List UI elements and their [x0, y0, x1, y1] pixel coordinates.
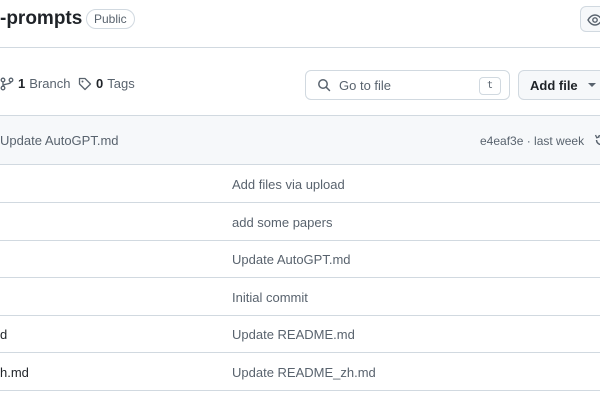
tag-icon: [78, 77, 92, 90]
visibility-badge: Public: [86, 9, 135, 29]
latest-commit-message[interactable]: Update AutoGPT.md: [0, 133, 119, 148]
shortcut-key: t: [479, 77, 501, 95]
file-name[interactable]: h.md: [0, 365, 29, 380]
watch-button[interactable]: [580, 6, 600, 32]
add-file-button[interactable]: Add file: [518, 70, 600, 100]
search-icon: [318, 79, 331, 92]
go-to-file-input[interactable]: Go to file t: [305, 70, 510, 100]
file-commit-message[interactable]: Update README.md: [232, 327, 355, 342]
file-row[interactable]: d Update README.md: [0, 315, 600, 353]
file-row[interactable]: Update AutoGPT.md: [0, 240, 600, 278]
tags-link[interactable]: 0 Tags: [78, 76, 135, 91]
file-row[interactable]: add some papers: [0, 203, 600, 241]
tags-label: Tags: [107, 76, 135, 91]
file-commit-message[interactable]: Initial commit: [232, 290, 308, 305]
eye-icon: [587, 14, 600, 26]
file-row[interactable]: Add files via upload: [0, 165, 600, 203]
header-divider: [0, 47, 600, 48]
latest-commit-bar: Update AutoGPT.md e4eaf3e · last week: [0, 116, 600, 165]
go-to-file-placeholder: Go to file: [339, 78, 392, 93]
add-file-label: Add file: [530, 78, 578, 93]
file-row[interactable]: h.md Update README_zh.md: [0, 353, 600, 391]
file-name[interactable]: d: [0, 327, 7, 342]
history-icon[interactable]: [594, 133, 600, 147]
branches-count: 1: [18, 76, 26, 91]
repo-title[interactable]: -prompts: [0, 8, 82, 30]
branches-link[interactable]: 1 Branch: [0, 76, 70, 91]
tags-count: 0: [96, 76, 104, 91]
file-commit-message[interactable]: Update AutoGPT.md: [232, 252, 351, 267]
git-branch-icon: [0, 77, 14, 90]
file-commit-message[interactable]: Update README_zh.md: [232, 365, 376, 380]
file-row[interactable]: Initial commit: [0, 278, 600, 316]
file-commit-message[interactable]: Add files via upload: [232, 177, 345, 192]
file-commit-message[interactable]: add some papers: [232, 215, 332, 230]
branches-label: Branch: [29, 76, 71, 91]
triangle-down-icon: [588, 83, 596, 87]
file-table: Update AutoGPT.md e4eaf3e · last week Ad…: [0, 115, 600, 401]
latest-commit-meta[interactable]: e4eaf3e · last week: [480, 134, 584, 148]
